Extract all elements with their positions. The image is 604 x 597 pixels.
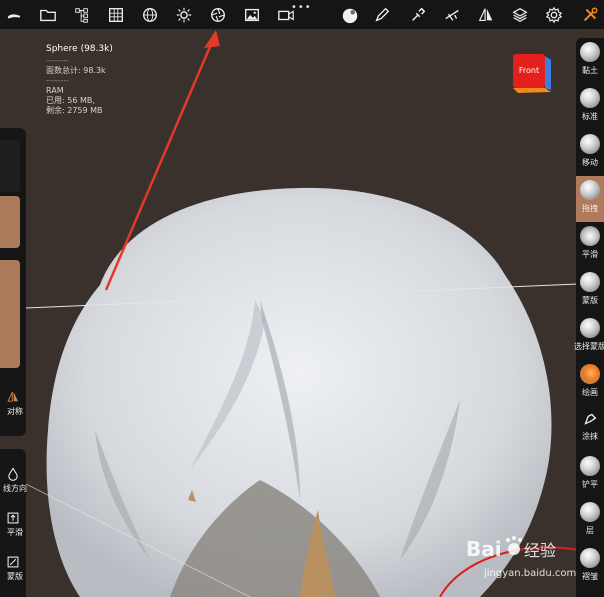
brush-ball-icon (580, 548, 600, 568)
stroke-smooth-icon[interactable] (438, 0, 466, 29)
brush-ball-icon (580, 502, 600, 522)
ram-label: RAM (46, 86, 64, 95)
mask-toggle[interactable]: 蒙版 (0, 555, 26, 582)
info-separator: -------- (46, 56, 70, 65)
tools-icon[interactable] (576, 0, 604, 29)
upload-box-icon (7, 512, 19, 524)
brush-label: 选择蒙版 (574, 342, 604, 351)
ram-used: 已用: 56 MB, (46, 96, 95, 105)
eyedropper-icon[interactable] (404, 0, 432, 29)
line-direction-toggle[interactable]: 线方向 (0, 467, 27, 494)
brush-size-slider[interactable] (0, 260, 20, 368)
brush-radius-slider[interactable] (0, 140, 20, 192)
brush-label: 蒙版 (582, 296, 598, 305)
mask-label: 蒙版 (7, 572, 23, 581)
brush-select-mask[interactable]: 选择蒙版 (574, 314, 604, 360)
brush-label: 拖拽 (582, 204, 598, 213)
brush-label: 褶皱 (582, 572, 598, 581)
info-separator: -------- (46, 76, 70, 85)
brush-label: 绘画 (582, 388, 598, 397)
brush-label: 平滑 (582, 250, 598, 259)
left-options-panel: 线方向 平滑 蒙版 (0, 449, 27, 597)
brush-ball-icon (580, 88, 600, 108)
brush-intensity-slider[interactable] (0, 196, 20, 248)
brush-flatten[interactable]: 铲平 (576, 452, 604, 498)
face-total: 面数总计: 98.3k (46, 66, 106, 75)
sphere-wire-icon[interactable] (136, 0, 164, 29)
brush-drag[interactable]: 拖拽 (576, 176, 604, 222)
symmetry-icon (7, 391, 18, 402)
brush-ball-icon (580, 42, 600, 62)
brush-ball-icon (580, 272, 600, 292)
mesh-name: Sphere (98.3k) (46, 44, 113, 54)
brush-ball-icon (580, 226, 600, 246)
brush-ball-icon (580, 456, 600, 476)
brush-label: 黏土 (582, 66, 598, 75)
watermark-url: jingyan.baidu.com (483, 568, 576, 579)
top-toolbar: ••• (0, 0, 604, 29)
ram-free: 剩余: 2759 MB (46, 106, 103, 115)
watermark-brand-suffix: 经验 (524, 541, 556, 560)
symmetry-toggle[interactable]: 对称 (0, 390, 26, 417)
settings-gear-icon[interactable] (540, 0, 568, 29)
brush-move[interactable]: 移动 (576, 130, 604, 176)
layers-icon[interactable] (506, 0, 534, 29)
smooth-label: 平滑 (7, 528, 23, 537)
symmetry-icon[interactable] (472, 0, 500, 29)
brush-label: 移动 (582, 158, 598, 167)
folder-icon[interactable] (34, 0, 62, 29)
brush-smooth[interactable]: 平滑 (576, 222, 604, 268)
mask-box-icon (7, 556, 19, 568)
smudge-finger-icon (584, 413, 597, 425)
brush-label: 标准 (582, 112, 598, 121)
camera-aperture-icon[interactable] (204, 0, 232, 29)
line-direction-label: 线方向 (3, 484, 27, 493)
orientation-cube[interactable]: Front (512, 52, 552, 96)
image-icon[interactable] (238, 0, 266, 29)
brush-label: 涂抹 (582, 432, 598, 441)
brush-ball-icon (580, 134, 600, 154)
baidu-paw-icon (506, 536, 522, 555)
cube-front-label: Front (519, 66, 539, 75)
brush-smudge[interactable]: 涂抹 (576, 406, 604, 452)
mesh-info-overlay: Sphere (98.3k) -------- 面数总计: 98.3k ----… (46, 44, 113, 116)
smooth-toggle[interactable]: 平滑 (0, 511, 26, 538)
more-options-icon[interactable]: ••• (291, 2, 312, 13)
brush-label: 层 (586, 526, 594, 535)
brush-panel: 黏土 标准 移动 拖拽 平滑 蒙版 选择蒙版 绘画 涂抹 铲平 层 褶皱 (574, 38, 604, 597)
brush-standard[interactable]: 标准 (576, 84, 604, 130)
droplet-icon (8, 467, 18, 481)
scene-tree-icon[interactable] (68, 0, 96, 29)
baidu-watermark: Bai 经验 jingyan.baidu.com (466, 536, 576, 579)
brush-clay[interactable]: 黏土 (576, 38, 604, 84)
brush-ball-icon (580, 318, 600, 338)
brush-ball-icon (580, 364, 600, 384)
brush-label: 铲平 (582, 480, 598, 489)
brush-ball-icon (580, 180, 600, 200)
pen-icon[interactable] (368, 0, 396, 29)
light-icon[interactable] (170, 0, 198, 29)
brush-paint[interactable]: 绘画 (576, 360, 604, 406)
grid-icon[interactable] (102, 0, 130, 29)
brush-stroke-icon[interactable] (0, 0, 28, 29)
symmetry-label: 对称 (7, 407, 23, 416)
brush-mask[interactable]: 蒙版 (576, 268, 604, 314)
left-slider-panel: 对称 (0, 128, 26, 436)
material-ball-icon[interactable] (336, 0, 364, 29)
watermark-brand: Bai (466, 537, 502, 561)
